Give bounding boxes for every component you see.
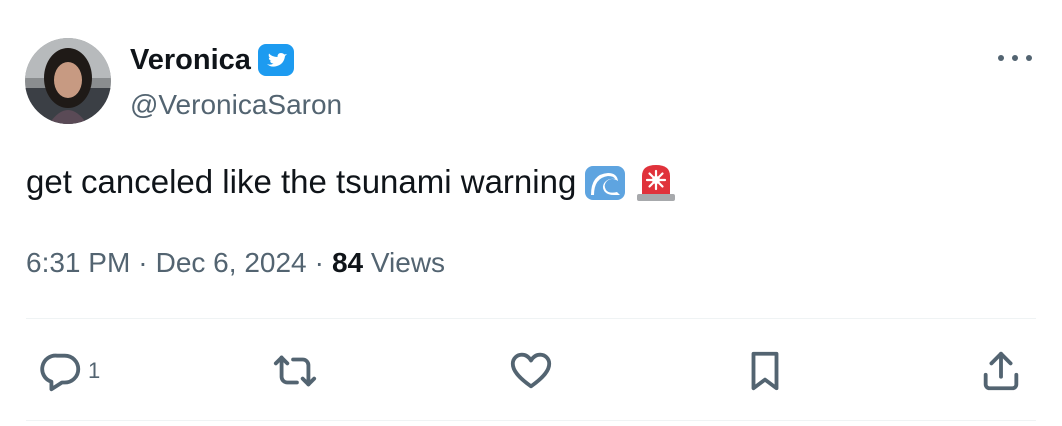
bookmark-button[interactable] (742, 346, 788, 396)
date[interactable]: Dec 6, 2024 (156, 247, 307, 278)
tweet-text: get canceled like the tsunami warning (26, 160, 678, 204)
more-dot (1026, 55, 1032, 61)
like-button[interactable] (508, 346, 554, 396)
avatar-image (25, 38, 111, 124)
timestamp[interactable]: 6:31 PM (26, 247, 130, 278)
divider (26, 318, 1036, 319)
verified-badge-icon[interactable] (257, 43, 295, 77)
separator: · (138, 247, 148, 278)
more-options-icon[interactable] (998, 48, 1032, 68)
views-label: Views (370, 247, 446, 278)
heart-icon (510, 352, 552, 389)
user-handle[interactable]: @VeronicaSaron (130, 88, 342, 122)
bookmark-icon (751, 351, 779, 391)
rotating-light-icon (634, 162, 678, 202)
views-count: 84 (331, 247, 364, 278)
display-name[interactable]: Veronica (130, 40, 251, 80)
author-block: Veronica @VeronicaSaron (130, 40, 342, 122)
tweet-card: Veronica @VeronicaSaron get canceled lik… (0, 0, 1062, 426)
tweet-body: get canceled like the tsunami warning (26, 163, 577, 200)
retweet-icon (273, 355, 317, 387)
action-bar: 1 (38, 346, 1028, 396)
separator: · (314, 247, 324, 278)
more-dot (1012, 55, 1018, 61)
reply-count: 1 (88, 358, 101, 383)
tweet-meta: 6:31 PM · Dec 6, 2024 · 84 Views (26, 244, 445, 282)
water-wave-icon (584, 162, 626, 202)
reply-button[interactable]: 1 (38, 346, 100, 396)
retweet-button[interactable] (270, 346, 320, 396)
divider (26, 420, 1036, 421)
share-button[interactable] (978, 346, 1024, 396)
share-icon (983, 351, 1019, 391)
avatar[interactable] (25, 38, 111, 124)
more-dot (998, 55, 1004, 61)
reply-icon (40, 353, 81, 392)
name-row: Veronica (130, 40, 342, 80)
